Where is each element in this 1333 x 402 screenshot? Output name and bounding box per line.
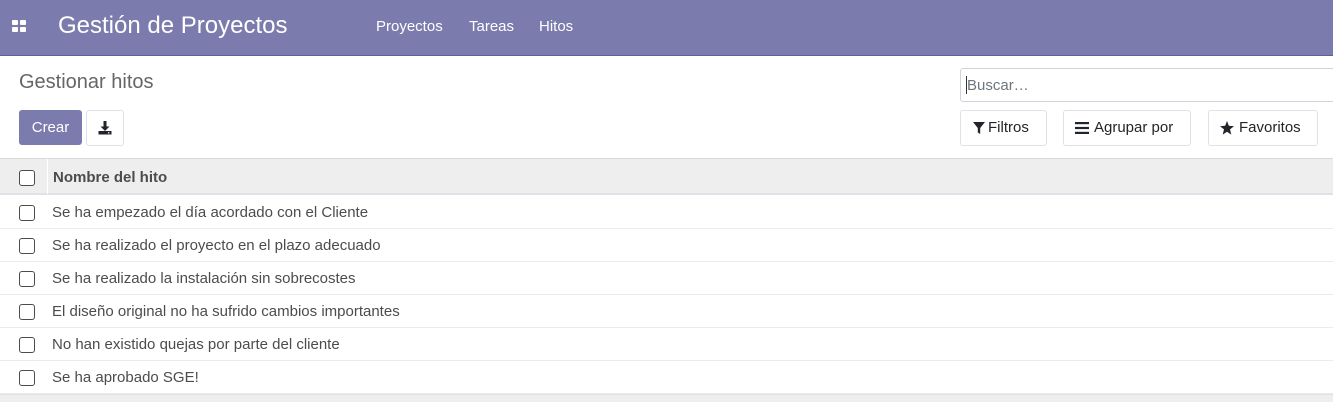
search-input[interactable] — [960, 68, 1333, 102]
download-icon — [98, 121, 112, 135]
apps-menu-icon[interactable] — [12, 20, 26, 32]
bars-icon — [1075, 122, 1089, 134]
table-row[interactable]: El diseño original no ha sufrido cambios… — [0, 295, 1333, 328]
row-checkbox[interactable] — [19, 304, 35, 320]
milestone-name: El diseño original no ha sufrido cambios… — [52, 303, 400, 320]
row-checkbox[interactable] — [19, 238, 35, 254]
row-checkbox[interactable] — [19, 370, 35, 386]
select-all-checkbox[interactable] — [19, 170, 35, 186]
group-by-label: Agrupar por — [1094, 119, 1174, 136]
export-button[interactable] — [86, 110, 124, 146]
page-title: Gestionar hitos — [19, 71, 154, 93]
favorites-button[interactable]: Favoritos — [1208, 110, 1318, 146]
star-icon — [1220, 121, 1234, 135]
text-cursor — [966, 76, 967, 94]
create-button[interactable]: Crear — [19, 110, 82, 145]
table-row[interactable]: Se ha realizado el proyecto en el plazo … — [0, 229, 1333, 262]
filter-icon — [973, 122, 985, 134]
menu-item-hitos[interactable]: Hitos — [539, 18, 573, 36]
app-title[interactable]: Gestión de Proyectos — [58, 11, 287, 41]
milestone-name: Se ha aprobado SGE! — [52, 369, 199, 386]
row-checkbox[interactable] — [19, 205, 35, 221]
row-checkbox[interactable] — [19, 271, 35, 287]
milestone-name: Se ha empezado el día acordado con el Cl… — [52, 204, 369, 221]
menu-item-proyectos[interactable]: Proyectos — [376, 18, 443, 36]
row-checkbox[interactable] — [19, 337, 35, 353]
table-row[interactable]: Se ha aprobado SGE! — [0, 361, 1333, 394]
list-header: Nombre del hito — [0, 158, 1333, 195]
table-row[interactable]: No han existido quejas por parte del cli… — [0, 328, 1333, 361]
milestone-name: No han existido quejas por parte del cli… — [52, 336, 340, 353]
menu-item-tareas[interactable]: Tareas — [469, 18, 514, 36]
filters-label: Filtros — [988, 119, 1029, 136]
list-footer — [0, 394, 1333, 402]
favorites-label: Favoritos — [1239, 119, 1301, 136]
table-row[interactable]: Se ha empezado el día acordado con el Cl… — [0, 196, 1333, 229]
filters-button[interactable]: Filtros — [960, 110, 1047, 146]
column-header-name[interactable]: Nombre del hito — [53, 169, 167, 186]
header-divider — [47, 159, 48, 194]
group-by-button[interactable]: Agrupar por — [1063, 110, 1191, 146]
table-row[interactable]: Se ha realizado la instalación sin sobre… — [0, 262, 1333, 295]
milestone-name: Se ha realizado el proyecto en el plazo … — [52, 237, 381, 254]
milestone-name: Se ha realizado la instalación sin sobre… — [52, 270, 356, 287]
top-navbar: Gestión de Proyectos Proyectos Tareas Hi… — [0, 0, 1333, 56]
